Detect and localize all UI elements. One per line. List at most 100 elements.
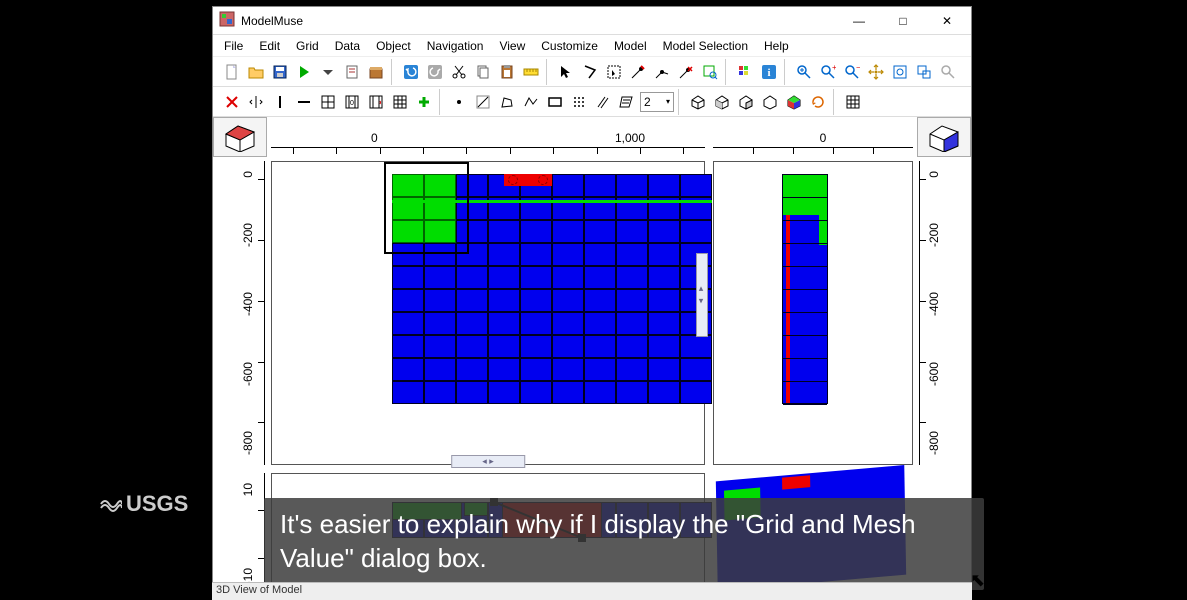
side-view-pane[interactable] [713, 161, 913, 465]
pattern-icon[interactable] [568, 91, 590, 113]
minimize-button[interactable]: — [837, 7, 881, 35]
maximize-button[interactable]: □ [881, 7, 925, 35]
lasso-icon[interactable] [579, 61, 601, 83]
h-scroll-indicator[interactable]: ◂ ▸ [451, 455, 525, 468]
archive-icon[interactable] [365, 61, 387, 83]
zoom-in-icon[interactable] [793, 61, 815, 83]
hatch-icon[interactable] [616, 91, 638, 113]
menu-data[interactable]: Data [328, 37, 367, 55]
menu-model[interactable]: Model [607, 37, 654, 55]
axis-label: 0 [927, 171, 941, 178]
parallel-icon[interactable] [592, 91, 614, 113]
open-file-icon[interactable] [245, 61, 267, 83]
pan-icon[interactable] [865, 61, 887, 83]
menu-object[interactable]: Object [369, 37, 418, 55]
zoom-window-icon[interactable] [913, 61, 935, 83]
color-grid-icon[interactable] [734, 61, 756, 83]
layer-select-spinner[interactable]: 2▾ [640, 92, 674, 112]
titlebar: ModelMuse — □ ✕ [213, 7, 971, 35]
angled-line-icon[interactable] [472, 91, 494, 113]
grid-spacing-icon[interactable]: 0 [341, 91, 363, 113]
selection-box[interactable] [384, 162, 469, 254]
3d-side-icon[interactable] [735, 91, 757, 113]
zoom-disabled-icon[interactable] [937, 61, 959, 83]
grid-angle-icon[interactable] [365, 91, 387, 113]
axis-label: -800 [241, 431, 255, 455]
axis-label: -400 [927, 292, 941, 316]
menu-customize[interactable]: Customize [534, 37, 605, 55]
new-file-icon[interactable] [221, 61, 243, 83]
menu-help[interactable]: Help [757, 37, 796, 55]
point-icon[interactable] [448, 91, 470, 113]
axis-left-main: 0 -200 -400 -600 -800 [213, 157, 267, 469]
edit-point-icon[interactable] [627, 61, 649, 83]
subdivide-icon[interactable] [317, 91, 339, 113]
app-icon [219, 11, 235, 30]
axis-left-front: 10 -10 [213, 469, 267, 599]
run-dropdown-icon[interactable] [317, 61, 339, 83]
axis-label: -400 [241, 292, 255, 316]
axis-label: -200 [241, 223, 255, 247]
toolbar-1: i + − [213, 57, 971, 87]
cut-icon[interactable] [448, 61, 470, 83]
toolbar-2: 0 2▾ [213, 87, 971, 117]
zoom-plus-icon[interactable]: + [817, 61, 839, 83]
redo-icon[interactable] [424, 61, 446, 83]
document-icon[interactable] [341, 61, 363, 83]
axis-label: 1,000 [615, 131, 645, 145]
select-arrow-icon[interactable] [555, 61, 577, 83]
axis-label: -800 [927, 431, 941, 455]
run-icon[interactable] [293, 61, 315, 83]
menu-view[interactable]: View [492, 37, 532, 55]
layer-select-value: 2 [644, 95, 651, 109]
menu-model-selection[interactable]: Model Selection [656, 37, 755, 55]
menu-navigation[interactable]: Navigation [420, 37, 491, 55]
paste-icon[interactable] [496, 61, 518, 83]
find-object-icon[interactable] [699, 61, 721, 83]
3d-top-icon[interactable] [687, 91, 709, 113]
rect-icon[interactable] [544, 91, 566, 113]
delete-point-icon[interactable] [675, 61, 697, 83]
v-scroll-indicator[interactable]: ▴ ▾ [696, 253, 708, 338]
svg-text:0: 0 [350, 100, 354, 107]
zoom-extents-icon[interactable] [889, 61, 911, 83]
menu-edit[interactable]: Edit [252, 37, 287, 55]
ruler-icon[interactable] [520, 61, 542, 83]
move-point-icon[interactable] [651, 61, 673, 83]
select-rect-icon[interactable] [603, 61, 625, 83]
info-icon[interactable]: i [758, 61, 780, 83]
svg-text:i: i [767, 67, 770, 79]
3d-color-icon[interactable] [783, 91, 805, 113]
side-view-cube[interactable] [917, 117, 971, 157]
menu-file[interactable]: File [217, 37, 250, 55]
3d-shell-icon[interactable] [759, 91, 781, 113]
menu-grid[interactable]: Grid [289, 37, 326, 55]
show-grid-icon[interactable] [842, 91, 864, 113]
usgs-logo: USGS [100, 490, 188, 518]
axis-top-main: 01,000 [267, 117, 709, 157]
save-icon[interactable] [269, 61, 291, 83]
add-cell-icon[interactable] [413, 91, 435, 113]
top-view-pane[interactable]: ◂ ▸ ▴ ▾ [271, 161, 705, 465]
polygon-icon[interactable] [496, 91, 518, 113]
top-view-cube[interactable] [213, 117, 267, 157]
move-col-icon[interactable] [245, 91, 267, 113]
close-button[interactable]: ✕ [925, 7, 969, 35]
usgs-text: USGS [126, 491, 188, 517]
axis-right-side: 0 -200 -400 -600 -800 [917, 157, 971, 469]
rotate-icon[interactable] [807, 91, 829, 113]
svg-text:−: − [856, 64, 860, 72]
well-object [504, 174, 552, 186]
axis-label: 0 [241, 171, 255, 178]
undo-icon[interactable] [400, 61, 422, 83]
grid-values-icon[interactable] [389, 91, 411, 113]
polyline-icon[interactable] [520, 91, 542, 113]
delete-grid-icon[interactable] [221, 91, 243, 113]
add-col-icon[interactable] [269, 91, 291, 113]
3d-front-icon[interactable] [711, 91, 733, 113]
status-text: 3D View of Model [216, 584, 302, 596]
mouse-cursor-icon: ⬉ [970, 570, 985, 591]
add-row-icon[interactable] [293, 91, 315, 113]
copy-icon[interactable] [472, 61, 494, 83]
zoom-minus-icon[interactable]: − [841, 61, 863, 83]
